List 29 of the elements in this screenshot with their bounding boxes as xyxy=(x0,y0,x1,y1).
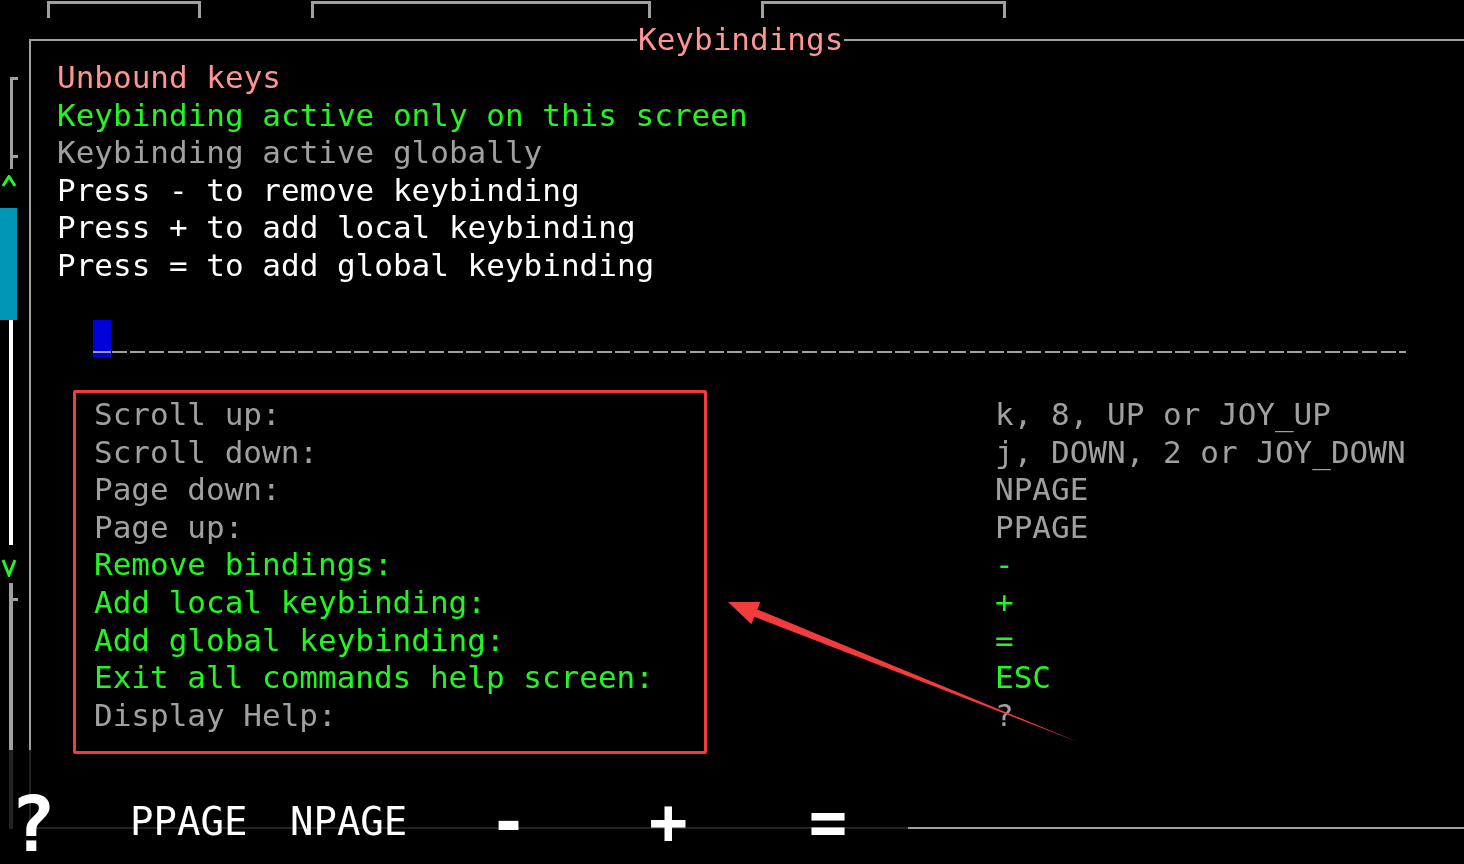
key-binding: k, 8, UP or JOY_UP xyxy=(995,395,1331,432)
hint-text: Press + to add local keybinding xyxy=(57,209,636,246)
legend-text: Keybinding active only on this screen xyxy=(57,96,748,133)
shortcut-key[interactable]: - xyxy=(489,787,528,857)
action-label: Add local keybinding: xyxy=(94,583,486,620)
action-label: Scroll down: xyxy=(94,433,318,470)
shortcut-key[interactable]: = xyxy=(808,787,848,857)
action-label: Display Help: xyxy=(94,696,337,733)
key-binding: - xyxy=(995,546,1014,583)
action-label: Page down: xyxy=(94,471,281,508)
shortcut-key[interactable]: PPAGE xyxy=(130,799,248,845)
key-binding: = xyxy=(995,621,1014,658)
legend-text: Keybinding active globally xyxy=(57,134,543,171)
action-label: Remove bindings: xyxy=(94,546,393,583)
shortcut-key[interactable]: ? xyxy=(10,785,56,864)
shortcut-key[interactable]: + xyxy=(649,787,688,857)
legend-text: Unbound keys xyxy=(57,59,281,95)
shortcut-key[interactable]: NPAGE xyxy=(289,799,408,845)
action-label: Add global keybinding: xyxy=(94,621,505,658)
action-label: Scroll up: xyxy=(94,395,281,432)
key-binding: j, DOWN, 2 or JOY_DOWN xyxy=(995,433,1406,470)
hint-text: Press - to remove keybinding xyxy=(57,171,580,208)
key-binding: + xyxy=(995,583,1014,620)
hint-text: Press = to add global keybinding xyxy=(57,246,655,283)
key-binding: PPAGE xyxy=(995,508,1089,545)
action-label: Exit all commands help screen: xyxy=(94,659,654,696)
key-binding: NPAGE xyxy=(995,471,1089,508)
action-label: Page up: xyxy=(94,508,244,545)
key-binding: ESC xyxy=(995,659,1051,696)
